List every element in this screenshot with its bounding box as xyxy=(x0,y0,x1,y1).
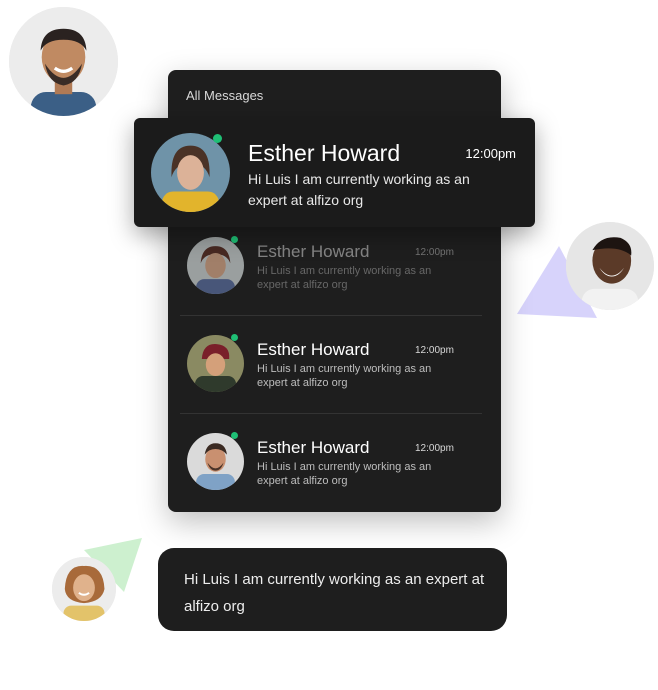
floating-avatar-woman-bottom xyxy=(52,557,116,621)
chat-bubble: Hi Luis I am currently working as an exp… xyxy=(158,548,507,631)
message-list-item[interactable]: Esther Howard 12:00pm Hi Luis I am curre… xyxy=(168,227,501,325)
online-status-dot-icon xyxy=(213,134,222,143)
message-list-item[interactable]: Esther Howard 12:00pm Hi Luis I am curre… xyxy=(168,325,501,423)
message-preview: Hi Luis I am currently working as an exp… xyxy=(257,461,432,487)
contact-avatar xyxy=(187,335,244,392)
contact-avatar xyxy=(187,433,244,490)
featured-contact-name: Esther Howard xyxy=(248,140,401,166)
message-list-item[interactable]: Esther Howard 12:00pm Hi Luis I am curre… xyxy=(168,423,501,521)
online-status-dot-icon xyxy=(231,236,238,243)
panel-title: All Messages xyxy=(186,88,264,103)
contact-avatar xyxy=(187,237,244,294)
chat-bubble-text: Hi Luis I am currently working as an exp… xyxy=(184,571,485,615)
featured-message-time: 12:00pm xyxy=(465,146,516,161)
featured-message-card[interactable]: Esther Howard 12:00pm Hi Luis I am curre… xyxy=(134,118,535,227)
message-time: 12:00pm xyxy=(415,443,454,454)
list-divider xyxy=(180,413,482,414)
message-preview: Hi Luis I am currently working as an exp… xyxy=(257,265,432,291)
featured-message-preview: Hi Luis I am currently working as an exp… xyxy=(248,171,470,208)
message-time: 12:00pm xyxy=(415,247,454,258)
floating-avatar-man-top xyxy=(9,7,118,116)
list-divider xyxy=(180,315,482,316)
message-preview: Hi Luis I am currently working as an exp… xyxy=(257,363,432,389)
contact-name: Esther Howard xyxy=(257,340,370,359)
floating-avatar-man-right xyxy=(566,222,654,310)
contact-name: Esther Howard xyxy=(257,242,370,261)
featured-contact-avatar xyxy=(151,133,230,212)
online-status-dot-icon xyxy=(231,432,238,439)
message-time: 12:00pm xyxy=(415,345,454,356)
contact-name: Esther Howard xyxy=(257,438,370,457)
online-status-dot-icon xyxy=(231,334,238,341)
